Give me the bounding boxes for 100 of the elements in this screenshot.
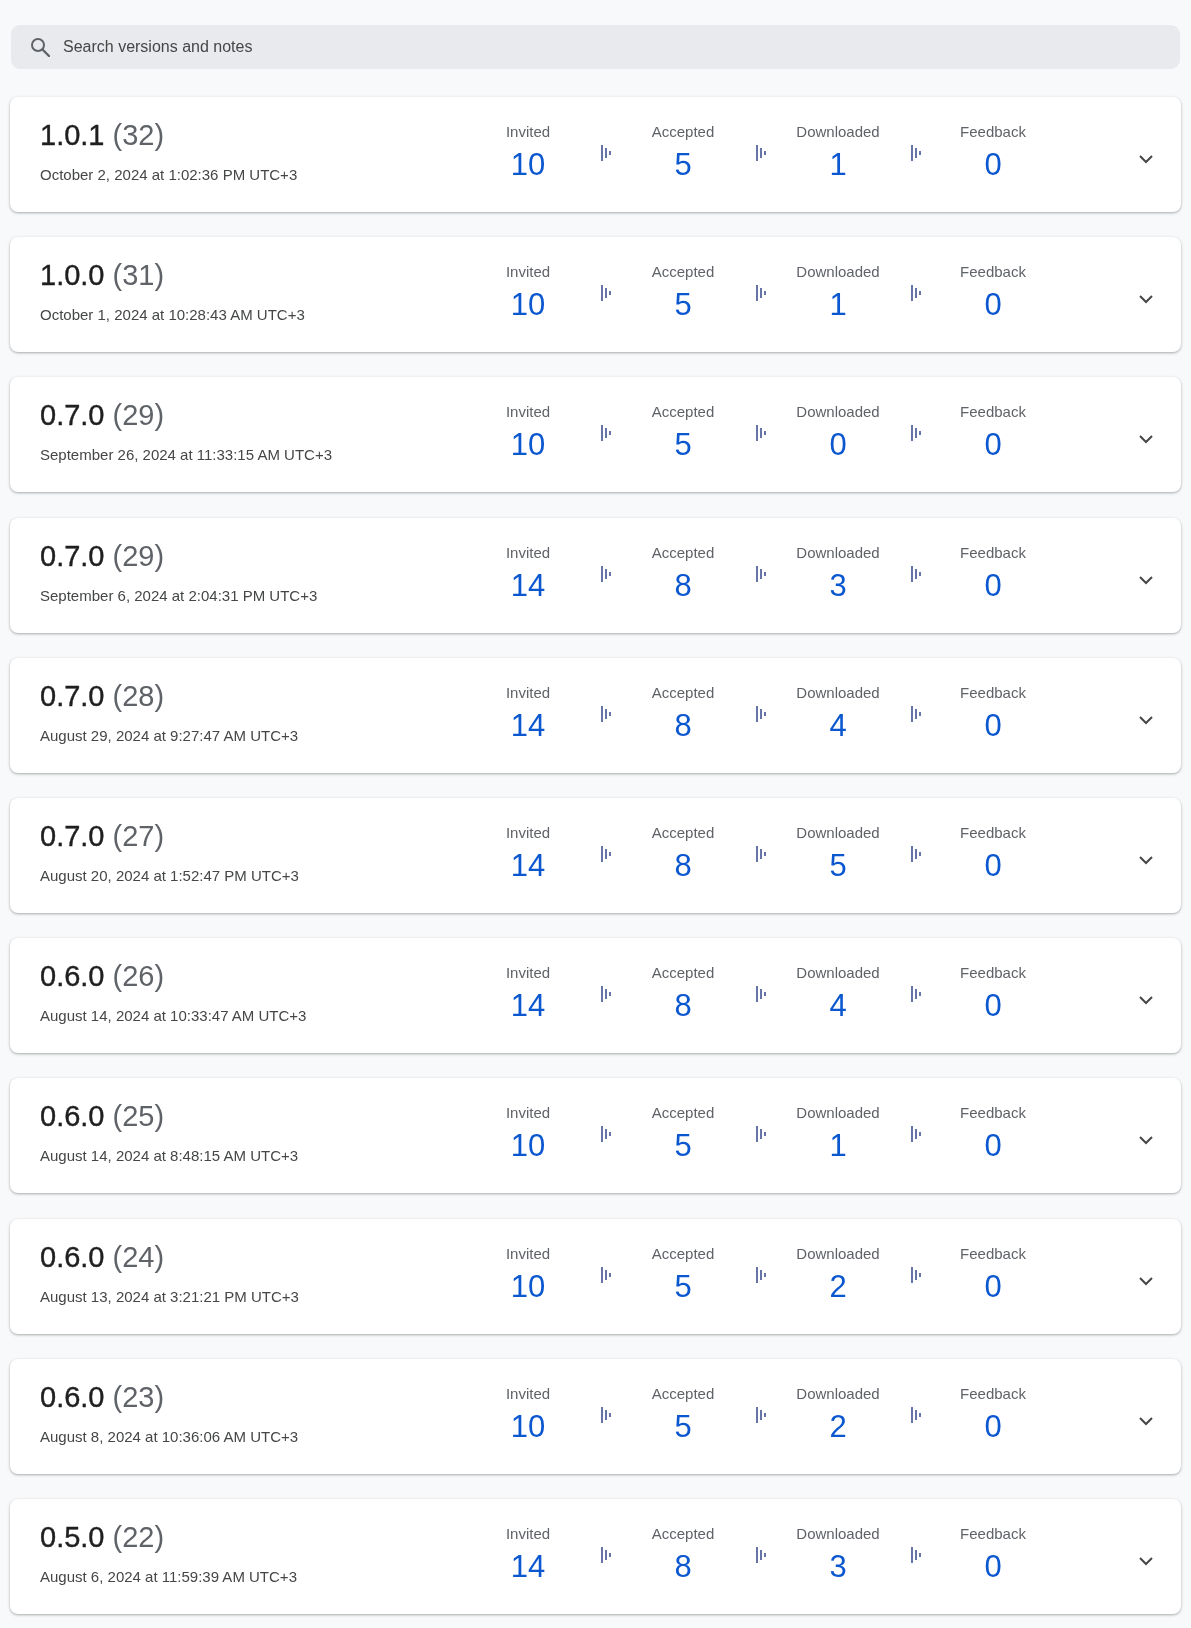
stat-value: 2 [829,1269,847,1304]
chevron-down-icon[interactable] [1139,715,1153,725]
bars-icon [600,986,611,1003]
stat-value: 1 [829,1129,847,1164]
version-number: 0.7.0 [40,399,105,432]
stat-label: Feedback [960,542,1026,563]
stat-value: 0 [984,1409,1002,1444]
bars-icon [755,145,766,161]
build-number: (29) [112,539,165,572]
stat-label: Invited [505,402,551,423]
release-date: August 13, 2024 at 3:21:21 PM UTC+3 [40,1286,299,1307]
stat-value: 5 [674,148,692,182]
stat-label: Accepted [651,963,715,984]
version-number: 0.6.0 [40,1100,105,1133]
chevron-down-icon[interactable] [1139,435,1153,445]
stat-value: 5 [674,428,692,463]
release-date: August 8, 2024 at 10:36:06 AM UTC+3 [40,1426,299,1447]
stat-value: 0 [984,989,1002,1024]
stat-label: Invited [505,1383,551,1404]
stat-label: Invited [505,122,551,142]
stat-value: 14 [510,1549,546,1584]
release-date: August 14, 2024 at 10:33:47 AM UTC+3 [40,1006,307,1027]
stat-label: Feedback [960,262,1026,283]
bars-icon [755,1406,766,1423]
stat-value: 0 [984,708,1002,743]
stat-label: Accepted [651,1523,715,1544]
stat-value: 10 [510,1409,546,1444]
version-number: 0.6.0 [40,1240,105,1273]
chevron-down-icon[interactable] [1139,996,1153,1006]
bars-icon [755,285,766,302]
stat-value: 10 [510,428,546,463]
stat-value: 8 [674,568,692,603]
stat-value: 0 [984,1549,1002,1584]
build-number: (31) [112,259,165,292]
stat-label: Accepted [651,682,715,703]
chevron-down-icon[interactable] [1139,1556,1153,1566]
stat-label: Accepted [651,1243,715,1264]
stat-label: Accepted [651,262,715,283]
stat-label: Invited [505,262,551,283]
bars-icon [755,1126,766,1143]
stat-label: Invited [505,682,551,703]
chevron-down-icon[interactable] [1139,1276,1153,1286]
bars-icon [910,285,921,302]
build-number: (25) [112,1100,165,1133]
build-number: (28) [112,679,165,712]
bars-icon [600,425,611,442]
stat-label: Invited [505,1523,551,1544]
stat-value: 0 [829,428,847,463]
build-number: (29) [112,399,165,432]
stat-label: Accepted [651,122,715,142]
search-field[interactable]: Search versions and notes [11,25,1180,69]
bars-icon [600,1266,611,1283]
stat-label: Downloaded [796,262,880,283]
stat-label: Downloaded [796,963,880,984]
stat-label: Invited [505,1103,551,1124]
stat-label: Accepted [651,1103,715,1124]
stat-label: Feedback [960,822,1026,843]
stat-label: Downloaded [796,1103,880,1124]
chevron-down-icon[interactable] [1139,1136,1153,1146]
stat-value: 0 [984,568,1002,603]
build-number: (32) [112,119,165,151]
stat-label: Downloaded [796,542,880,563]
bars-icon [910,425,921,442]
stat-value: 5 [674,1409,692,1444]
stat-label: Downloaded [796,682,880,703]
chevron-down-icon[interactable] [1139,295,1153,305]
release-date: October 1, 2024 at 10:28:43 AM UTC+3 [40,305,305,326]
chevron-down-icon[interactable] [1139,855,1153,865]
bars-icon [600,145,611,161]
version-number: 0.7.0 [40,819,105,852]
version-number: 0.6.0 [40,960,105,993]
stat-value: 10 [510,1269,546,1304]
version-number: 0.7.0 [40,679,105,712]
bars-icon [910,1546,921,1563]
bars-icon [755,565,766,582]
stat-value: 14 [510,568,546,603]
bars-icon [755,1266,766,1283]
release-date: August 6, 2024 at 11:59:39 AM UTC+3 [40,1566,297,1587]
stat-value: 3 [829,1549,847,1584]
stat-label: Downloaded [796,1383,880,1404]
build-number: (24) [112,1240,165,1273]
bars-icon [910,145,921,161]
chevron-down-icon[interactable] [1139,575,1153,585]
release-date: August 29, 2024 at 9:27:47 AM UTC+3 [40,725,299,746]
chevron-down-icon[interactable] [1139,155,1153,164]
search-icon [30,37,50,57]
build-number: (23) [112,1380,165,1413]
build-number: (27) [112,819,165,852]
stat-value: 14 [510,989,546,1024]
bars-icon [600,1126,611,1143]
stat-label: Accepted [651,402,715,423]
stat-label: Invited [505,822,551,843]
bars-icon [910,1266,921,1283]
bars-icon [600,565,611,582]
stat-value: 0 [984,288,1002,323]
bars-icon [910,845,921,862]
chevron-down-icon[interactable] [1139,1416,1153,1426]
stat-label: Downloaded [796,122,880,142]
stat-label: Feedback [960,122,1026,142]
stat-value: 5 [829,848,847,883]
